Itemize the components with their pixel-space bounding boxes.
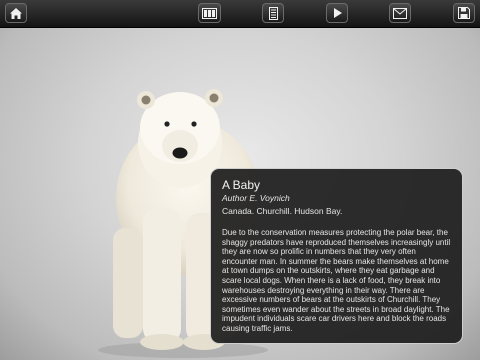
save-button[interactable] — [453, 3, 475, 23]
save-icon — [458, 7, 470, 19]
play-icon — [333, 8, 342, 18]
card-author: Author E. Voynich — [222, 193, 290, 203]
home-button[interactable] — [5, 3, 27, 23]
thumbnails-button[interactable] — [262, 3, 284, 23]
card-location: Canada. Churchill. Hudson Bay. — [222, 206, 343, 216]
card-title: A Baby — [222, 178, 261, 192]
filmstrip-button[interactable] — [198, 3, 221, 23]
info-card: A Baby Author E. Voynich Canada. Churchi… — [210, 168, 463, 344]
thumbnails-icon — [268, 6, 278, 20]
mail-icon — [393, 7, 407, 19]
toolbar — [0, 0, 480, 28]
mail-button[interactable] — [389, 3, 411, 23]
filmstrip-icon — [202, 7, 217, 19]
home-icon — [10, 7, 22, 19]
play-button[interactable] — [326, 3, 348, 23]
card-body: Due to the conservation measures protect… — [222, 228, 451, 333]
